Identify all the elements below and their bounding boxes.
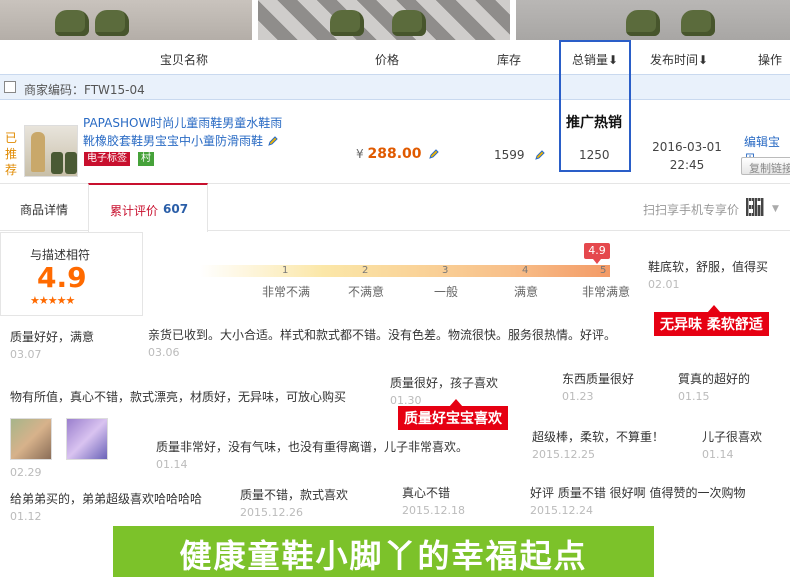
review-date: 02.29: [10, 466, 42, 479]
qr-code-icon[interactable]: [746, 198, 764, 216]
star-rating-icon: ★★★★★: [30, 294, 75, 307]
rating-summary: 与描述相符 4.9 ★★★★★: [0, 232, 143, 316]
review-photo[interactable]: [10, 418, 52, 460]
scale-label: 不满意: [348, 285, 385, 299]
chevron-down-icon[interactable]: ▼: [772, 204, 779, 214]
scale-tick: 5: [600, 265, 607, 276]
col-name: 宝贝名称: [160, 53, 209, 67]
review-date: 2015.12.25: [532, 448, 595, 461]
detail-tabs: 商品详情 累计评价 607 扫扫享手机专享价 ▼: [0, 183, 790, 232]
copy-link-button[interactable]: 复制链接: [741, 157, 790, 175]
product-photo-2: [258, 0, 510, 40]
review-date: 01.15: [678, 390, 710, 403]
review-text: 亲货已收到。大小合适。样式和款式都不错。没有色差。物流很快。服务很热情。好评。: [148, 328, 617, 342]
rating-score: 4.9: [37, 261, 87, 294]
etag-badge: 电子标签: [84, 152, 130, 166]
scale-tick: 3: [442, 265, 449, 276]
tab-details[interactable]: 商品详情: [20, 201, 68, 218]
scale-label: 非常满意: [582, 285, 631, 299]
promo-hot-label: 推广热销: [566, 115, 622, 131]
col-price: 价格: [375, 53, 400, 67]
stock-value: 1599: [494, 148, 525, 162]
merchant-code-bar: 商家编码：FTW15-04: [0, 74, 790, 100]
review-date: 03.07: [10, 348, 42, 361]
table-header: 宝贝名称 价格 库存 总销量⬇ 发布时间⬇ 操作: [0, 40, 790, 74]
review-text: 超级棒，柔软，不算重！: [532, 430, 665, 444]
sales-value: 1250: [579, 148, 610, 162]
select-checkbox[interactable]: [4, 81, 16, 93]
review-count: 607: [163, 202, 189, 216]
rating-scale-bar: [200, 265, 610, 277]
review-date: 2015.12.18: [402, 504, 465, 517]
review-text: 东西质量很好: [562, 372, 635, 386]
mobile-price-link[interactable]: 扫扫享手机专享价: [643, 201, 739, 218]
review-date: 01.14: [156, 458, 188, 471]
edit-price-icon[interactable]: [428, 148, 440, 160]
review-date: 01.23: [562, 390, 594, 403]
stock-cell: 1599: [494, 148, 546, 162]
price-value: 288.00: [367, 146, 422, 162]
col-publish-time[interactable]: 发布时间⬇: [650, 51, 708, 68]
product-thumbnail[interactable]: [24, 125, 78, 177]
review-date: 03.06: [148, 346, 180, 359]
callout-kids-love: 质量好宝宝喜欢: [398, 399, 508, 430]
village-badge: 村: [138, 152, 154, 166]
review-text: 物有所值，真心不错，款式漂亮，材质好，无异味，可放心购买: [10, 390, 347, 404]
review-text: 鞋底软，舒服，值得买: [648, 260, 769, 274]
col-stock: 库存: [497, 53, 522, 67]
review-date: 01.14: [702, 448, 734, 461]
promo-slogan: 健康童鞋小脚丫的幸福起点: [179, 537, 588, 575]
review-date: 02.01: [648, 278, 680, 291]
sort-arrow-icon: ⬇: [698, 53, 709, 67]
col-action: 操作: [758, 53, 783, 67]
review-text: 好评 质量不错 很好啊 值得赞的一次购物: [530, 486, 746, 500]
promo-banner: 健康童鞋小脚丫的幸福起点: [113, 526, 654, 577]
edit-stock-icon[interactable]: [534, 149, 546, 161]
review-photo[interactable]: [66, 418, 108, 460]
review-text: 质量不错，款式喜欢: [240, 488, 349, 502]
callout-no-odor: 无异味 柔软舒适: [654, 305, 769, 336]
product-photo-1: [0, 0, 252, 40]
scale-label: 非常不满: [262, 285, 311, 299]
score-bubble: 4.9: [584, 243, 610, 264]
edit-pencil-icon[interactable]: [267, 135, 279, 147]
product-title-link[interactable]: PAPASHOW时尚儿童雨鞋男童水鞋雨靴橡胶套鞋男宝宝中小童防滑雨鞋: [83, 114, 293, 150]
scale-tick: 2: [362, 265, 369, 276]
review-date: 2015.12.24: [530, 504, 593, 517]
review-text: 质量很好，孩子喜欢: [390, 376, 499, 390]
review-date: 2015.12.26: [240, 506, 303, 519]
review-text: 质量非常好，没有气味，也没有重得离谱，儿子非常喜欢。: [156, 440, 469, 454]
price-cell: ¥ 288.00: [356, 146, 440, 162]
scale-tick: 1: [282, 265, 289, 276]
merchant-code: 商家编码：FTW15-04: [24, 83, 145, 97]
review-date: 01.12: [10, 510, 42, 523]
review-text: 给弟弟买的，弟弟超级喜欢哈哈哈哈: [10, 492, 203, 506]
tab-reviews[interactable]: 累计评价 607: [88, 183, 208, 232]
recommended-badge: 已推荐: [5, 131, 18, 177]
scale-tick: 4: [522, 265, 529, 276]
product-photo-3: [516, 0, 790, 40]
publish-datetime: 2016-03-01 22:45: [652, 140, 722, 172]
review-text: 质量好好，满意: [10, 330, 95, 344]
scale-label: 满意: [514, 285, 539, 299]
review-text: 真心不错: [402, 486, 451, 500]
review-text: 質真的超好的: [678, 372, 751, 386]
scale-label: 一般: [434, 285, 459, 299]
review-text: 儿子很喜欢: [702, 430, 763, 444]
